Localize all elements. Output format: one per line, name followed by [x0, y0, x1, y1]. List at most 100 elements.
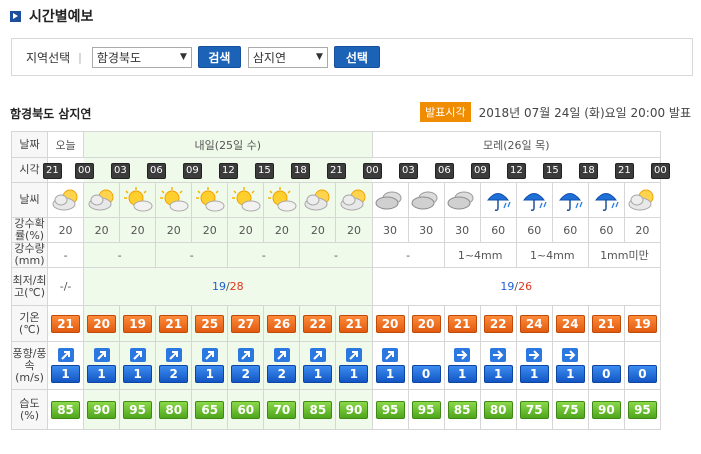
sky-cell [587, 182, 625, 218]
minmax-row: 최저/최고(℃) -/- 19/28 19/26 [10, 267, 662, 306]
temp-cell: 22 [479, 305, 517, 342]
publish-info: 발표시각 2018년 07월 24일 (화)요일 20:00 발표 [420, 102, 691, 122]
cloudy-icon [373, 187, 408, 213]
temp-cell: 20 [371, 305, 409, 342]
sky-cell [551, 182, 589, 218]
wind-cell: 1 [299, 341, 337, 390]
humidity-badge: 85 [51, 400, 81, 419]
wind-cell: 0 [587, 341, 625, 390]
temp-badge: 20 [375, 314, 405, 333]
rain-icon [553, 187, 588, 213]
row-label-pop: 강수확률(%) [10, 217, 49, 243]
sky-cell [515, 182, 553, 218]
publish-time: 2018년 07월 24일 (화)요일 20:00 발표 [478, 105, 691, 120]
sky-cell [407, 182, 445, 218]
pcp-cell: 1~4mm [515, 242, 589, 268]
wind-cell: 2 [263, 341, 301, 390]
wind-arrow-icon [237, 348, 254, 362]
time-label: 00 [363, 163, 382, 179]
wind-speed-badge: 0 [411, 365, 441, 383]
pop-cell: 20 [191, 217, 229, 243]
pop-cell: 60 [515, 217, 553, 243]
search-button[interactable]: 검색 [197, 46, 241, 68]
publish-badge: 발표시각 [420, 102, 471, 122]
row-label-temp: 기온(℃) [10, 305, 49, 342]
max-temp: 26 [518, 280, 533, 293]
temp-badge: 26 [267, 314, 297, 333]
sky-cell [263, 182, 301, 218]
wind-speed-badge: 1 [87, 365, 117, 383]
sunny-cloud-icon [120, 187, 155, 213]
wind-speed-badge: 2 [231, 365, 261, 383]
wind-arrow-icon [490, 348, 507, 362]
humidity-cell: 65 [191, 389, 229, 430]
wind-cell: 1 [47, 341, 85, 390]
sunny-cloud-icon [192, 187, 227, 213]
cloudy-icon [445, 187, 480, 213]
pcp-cell: 1mm미만 [587, 242, 662, 268]
pcp-row: 강수량(mm) - - - - - -1~4mm 1~4mm 1mm미만 [10, 242, 662, 268]
humidity-badge: 95 [123, 400, 153, 419]
wind-cell: 1 [83, 341, 121, 390]
row-label-day: 날짜 [10, 131, 49, 158]
wind-arrow-icon [562, 348, 579, 362]
humidity-row: 습도(%) 85 90 95 80 65 60 70 85 90 95 95 85 80 75 75 90 95 [10, 389, 662, 430]
time-label: 18 [291, 163, 310, 179]
humidity-badge: 65 [195, 400, 225, 419]
temp-badge: 19 [627, 314, 657, 333]
humidity-cell: 75 [551, 389, 589, 430]
sky-cell [83, 182, 121, 218]
pop-cell: 20 [335, 217, 373, 243]
rain-icon [481, 187, 516, 213]
wind-arrow-icon [526, 348, 543, 362]
wind-cell: 1 [515, 341, 553, 390]
wind-arrow-empty [589, 348, 624, 365]
pop-cell: 20 [227, 217, 265, 243]
pop-cell: 20 [47, 217, 85, 243]
wind-speed-badge: 0 [591, 365, 621, 383]
chevron-down-icon: ▼ [179, 52, 187, 62]
pop-cell: 20 [119, 217, 157, 243]
rain-icon [517, 187, 552, 213]
region-select[interactable]: 함경북도 ▼ [91, 46, 192, 68]
wind-cell: 2 [155, 341, 193, 390]
temp-badge: 25 [195, 314, 225, 333]
humidity-cell: 90 [587, 389, 625, 430]
wind-row: 풍향/풍속(m/s) 1 1 1 2 1 2 2 1 1 1 0 1 1 1 1 0 0 [10, 341, 662, 390]
forecast-table: 날짜 오늘 내일(25일 수) 모레(26일 목) 시각 21 00 03 06 09 12 15 18… [10, 131, 670, 430]
wind-speed-badge: 1 [123, 365, 153, 383]
wind-arrow-icon [165, 348, 182, 362]
temp-cell: 19 [119, 305, 157, 342]
sky-cell [191, 182, 229, 218]
humidity-badge: 75 [555, 400, 585, 419]
location-title: 함경북도 삼지연 [10, 107, 92, 121]
wind-arrow-empty [409, 348, 444, 365]
temp-badge: 21 [447, 314, 477, 333]
temp-row: 기온(℃) 21 20 19 21 25 27 26 22 21 20 20 21 22 24 24 21 19 [10, 305, 662, 342]
wind-cell: 1 [551, 341, 589, 390]
temp-badge: 20 [87, 314, 117, 333]
wind-cell: 1 [479, 341, 517, 390]
humidity-badge: 95 [627, 400, 657, 419]
sky-cell [335, 182, 373, 218]
city-select[interactable]: 삼지연 ▼ [247, 46, 328, 68]
humidity-badge: 70 [267, 400, 297, 419]
humidity-cell: 85 [47, 389, 85, 430]
humidity-badge: 95 [411, 400, 441, 419]
humidity-cell: 70 [263, 389, 301, 430]
temp-cell: 21 [155, 305, 193, 342]
temp-badge: 21 [51, 314, 81, 333]
select-button[interactable]: 선택 [333, 46, 380, 68]
temp-cell: 24 [551, 305, 589, 342]
wind-arrow-icon [345, 348, 362, 362]
partly-cloudy-icon [625, 187, 660, 213]
pop-cell: 30 [407, 217, 445, 243]
temp-badge: 24 [555, 314, 585, 333]
temp-badge: 21 [591, 314, 621, 333]
pop-cell: 30 [371, 217, 409, 243]
pop-cell: 30 [443, 217, 481, 243]
humidity-cell: 90 [83, 389, 121, 430]
minmax-cell: 19/28 [83, 267, 373, 306]
pop-cell: 20 [299, 217, 337, 243]
pop-cell: 60 [551, 217, 589, 243]
